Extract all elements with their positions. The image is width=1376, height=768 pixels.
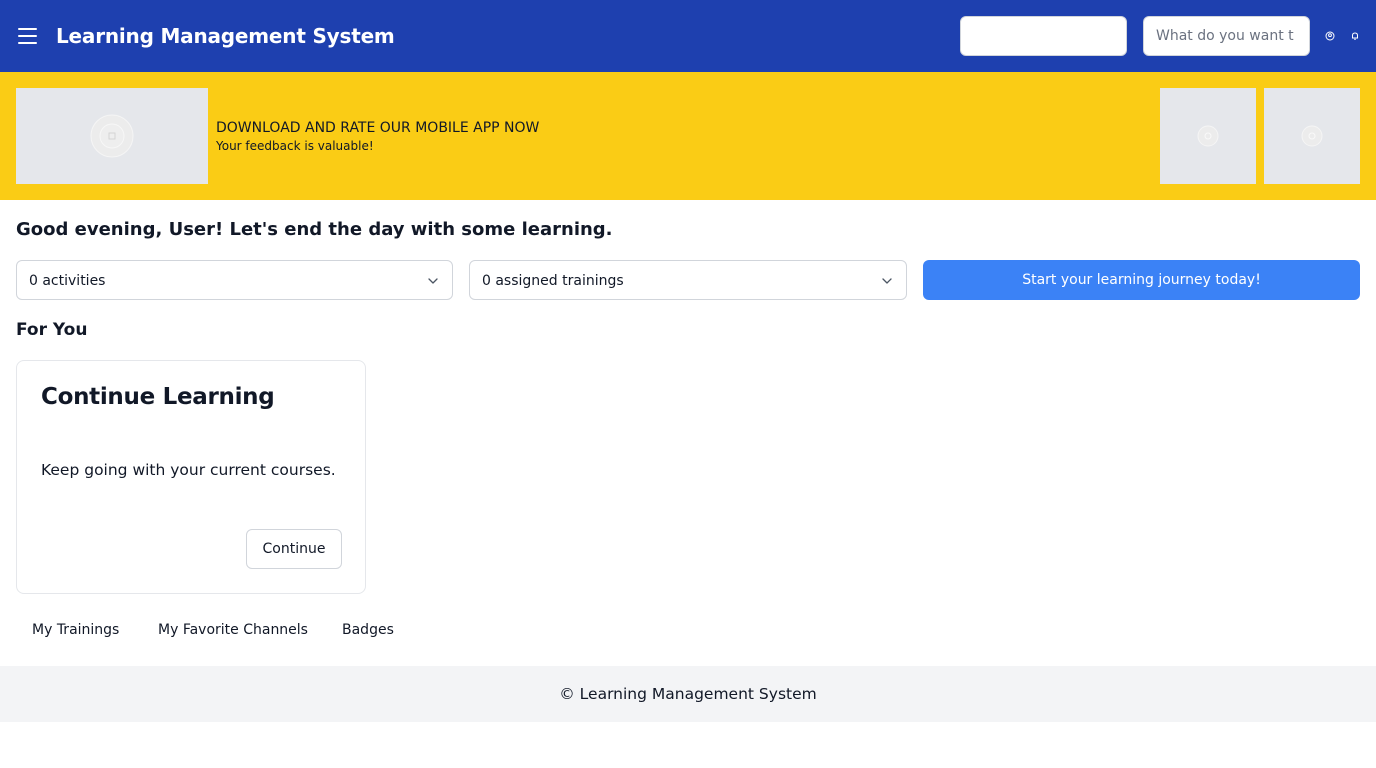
card-title: Continue Learning [41, 384, 275, 410]
chevron-down-icon [882, 278, 892, 284]
tab-my-trainings[interactable]: My Trainings [32, 619, 119, 641]
continue-learning-card: Continue Learning Keep going with your c… [16, 360, 366, 594]
activities-dropdown-value: 0 activities [29, 273, 106, 289]
card-description: Keep going with your current courses. [41, 461, 336, 479]
hamburger-menu-icon[interactable] [16, 24, 40, 48]
chevron-down-icon [428, 278, 438, 284]
assigned-trainings-dropdown[interactable]: 0 assigned trainings [469, 260, 907, 300]
start-learning-button[interactable]: Start your learning journey today! [923, 260, 1360, 300]
trainings-dropdown-value: 0 assigned trainings [482, 273, 624, 289]
top-header: Learning Management System [0, 0, 1376, 72]
activities-dropdown[interactable]: 0 activities [16, 260, 453, 300]
bell-icon[interactable] [1349, 30, 1361, 42]
promo-banner: DOWNLOAD AND RATE OUR MOBILE APP NOW You… [0, 72, 1376, 200]
banner-image-placeholder [16, 88, 208, 184]
continue-button[interactable]: Continue [246, 529, 342, 569]
search-input[interactable] [1143, 16, 1310, 56]
banner-title: DOWNLOAD AND RATE OUR MOBILE APP NOW [216, 120, 540, 136]
banner-image-placeholder [1264, 88, 1360, 184]
footer-copyright: © Learning Management System [559, 685, 817, 703]
app-title: Learning Management System [56, 24, 395, 48]
greeting-heading: Good evening, User! Let's end the day wi… [16, 219, 613, 240]
header-blank-field[interactable] [960, 16, 1127, 56]
page-footer: © Learning Management System [0, 666, 1376, 722]
tab-badges[interactable]: Badges [342, 619, 394, 641]
tab-my-favorite-channels[interactable]: My Favorite Channels [158, 619, 308, 641]
banner-image-placeholder [1160, 88, 1256, 184]
user-icon[interactable] [1324, 30, 1336, 42]
for-you-heading: For You [16, 320, 88, 340]
banner-subtitle: Your feedback is valuable! [216, 139, 374, 153]
